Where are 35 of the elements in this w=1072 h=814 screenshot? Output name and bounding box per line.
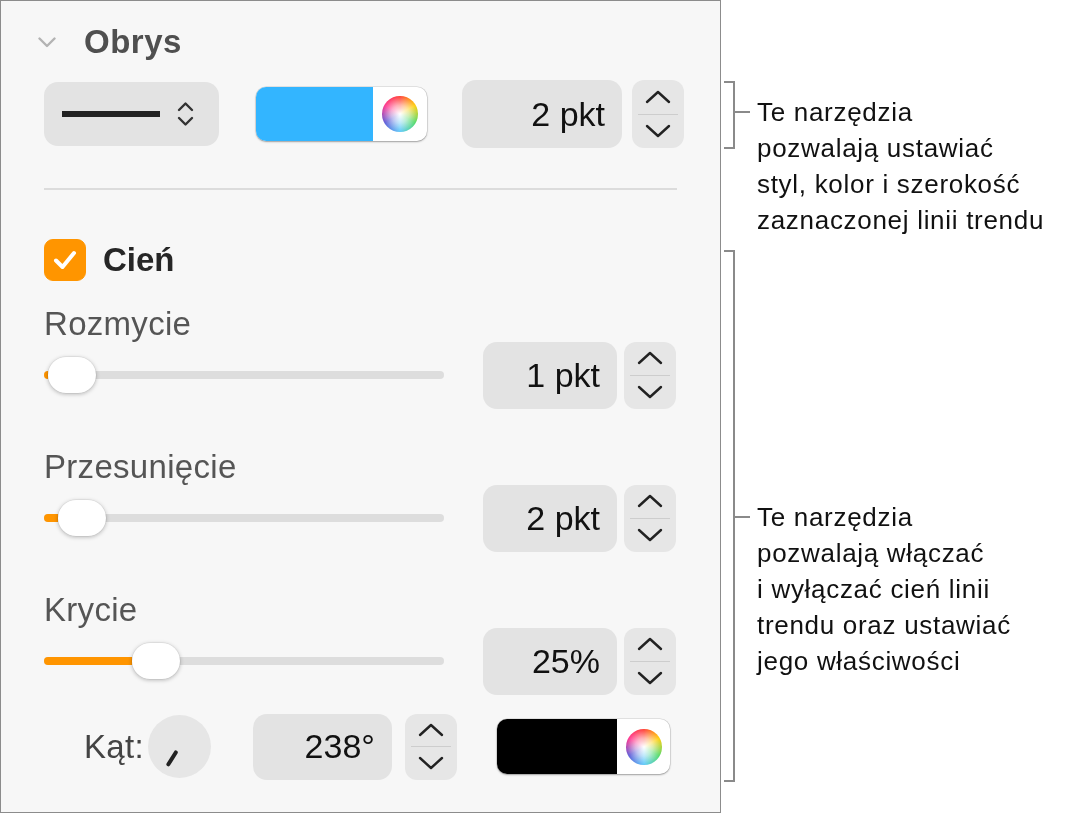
chevron-down-icon bbox=[637, 671, 663, 685]
slider-label: Przesunięcie bbox=[44, 448, 237, 485]
chevron-down-icon bbox=[645, 124, 671, 139]
value-field[interactable]: 2 pkt bbox=[483, 484, 617, 552]
slider-thumb[interactable] bbox=[48, 357, 96, 393]
value-field[interactable]: 238° bbox=[252, 713, 392, 780]
color-well[interactable] bbox=[496, 719, 670, 774]
value-field[interactable]: 25% bbox=[483, 627, 617, 695]
value-field[interactable]: 1 pkt bbox=[483, 341, 617, 409]
checkbox[interactable] bbox=[44, 238, 86, 281]
slider-label: Rozmycie bbox=[44, 305, 192, 342]
updown-chevron-icon bbox=[176, 100, 195, 128]
callout-text: Te narzędzia pozwalają włączać i wyłączać cień linii trendu oraz ustawiać jego właściwości bbox=[757, 501, 1011, 678]
slider-label: Krycie bbox=[44, 591, 138, 628]
callout-bracket bbox=[723, 81, 751, 149]
section-title: Obrys bbox=[84, 22, 182, 62]
chevron-up-icon bbox=[645, 89, 671, 104]
chevron-down-icon bbox=[417, 756, 444, 771]
chevron-up-icon bbox=[637, 494, 663, 508]
chevron-up-icon bbox=[637, 637, 663, 651]
slider-thumb[interactable] bbox=[132, 643, 180, 679]
checkmark-icon bbox=[53, 249, 77, 270]
checkbox-label[interactable]: Cień bbox=[103, 238, 175, 281]
slider-thumb[interactable] bbox=[58, 500, 106, 536]
color-wheel-icon bbox=[625, 728, 662, 765]
chevron-down-icon bbox=[637, 528, 663, 542]
chevron-up-icon bbox=[417, 722, 444, 737]
callout-text: Te narzędzia pozwalają ustawiać styl, kolor i szerokość zaznaczonej linii trendu bbox=[757, 96, 1045, 237]
line-style-popup[interactable] bbox=[44, 82, 219, 146]
value-field[interactable]: 2 pkt bbox=[462, 80, 622, 148]
angle-label: Kąt: bbox=[84, 726, 144, 767]
chevron-down-icon bbox=[637, 385, 663, 399]
chevron-up-icon bbox=[637, 351, 663, 365]
color-well[interactable] bbox=[256, 87, 427, 141]
color-wheel-icon bbox=[382, 96, 418, 132]
